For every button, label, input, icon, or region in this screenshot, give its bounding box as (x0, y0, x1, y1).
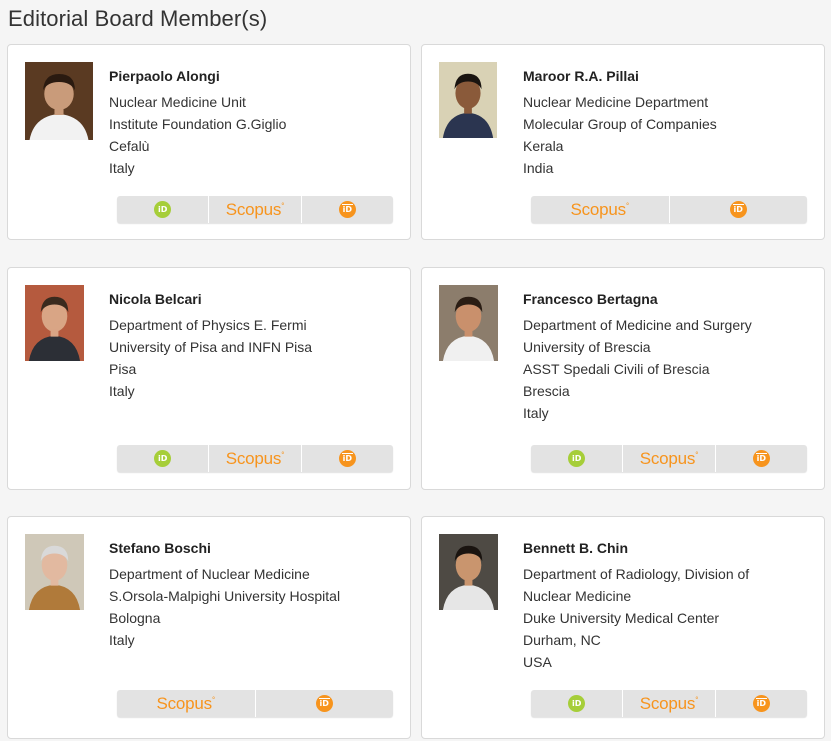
scopus-icon: Scopus° (570, 199, 629, 219)
affiliation-line: Duke University Medical Center (523, 610, 720, 626)
profile-links: iD Scopus° iD (117, 445, 393, 472)
affiliation-line: Italy (109, 632, 135, 648)
member-card: Stefano Boschi Department of Nuclear Medi… (7, 516, 411, 739)
member-card: Nicola Belcari Department of Physics E. F… (7, 267, 411, 490)
affiliation-line: Nuclear Medicine Unit (109, 94, 246, 110)
affiliation-line: Italy (523, 405, 549, 421)
affiliation-line: Nuclear Medicine (523, 588, 632, 604)
profile-links: iD Scopus° iD (531, 445, 807, 472)
affiliation-line: University of Pisa and INFN Pisa (109, 339, 313, 355)
scopus-link[interactable]: Scopus° (117, 690, 256, 717)
affiliation-line: Department of Medicine and Surgery (523, 317, 752, 333)
scopus-icon: Scopus° (639, 693, 699, 713)
member-info: Nicola Belcari Department of Physics E. F… (109, 289, 402, 402)
affiliation-line: Pisa (109, 361, 137, 377)
affiliation-line: Italy (109, 383, 135, 399)
orcid-icon: iD (568, 450, 586, 467)
scopus-link[interactable]: Scopus° (209, 196, 302, 223)
member-info: Francesco Bertagna Department of Medicine… (523, 289, 816, 424)
researcherid-icon: iD (315, 695, 333, 712)
orcid-link[interactable]: iD (117, 445, 210, 472)
orcid-link[interactable]: iD (117, 196, 210, 223)
member-name: Bennett B. Chin (523, 540, 628, 556)
orcid-link[interactable]: iD (531, 445, 624, 472)
researcherid-link[interactable]: iD (670, 196, 808, 223)
affiliation-line: USA (523, 654, 552, 670)
affiliation-line: Institute Foundation G.Giglio (109, 116, 287, 132)
member-name: Nicola Belcari (109, 291, 202, 307)
member-photo (439, 534, 498, 610)
member-photo (439, 62, 497, 138)
member-info: Maroor R.A. Pillai Nuclear Medicine Depar… (523, 66, 816, 179)
orcid-link[interactable]: iD (531, 690, 624, 717)
member-card: Bennett B. Chin Department of Radiology, … (421, 516, 825, 739)
scopus-link[interactable]: Scopus° (209, 445, 302, 472)
member-info: Stefano Boschi Department of Nuclear Medi… (109, 538, 402, 651)
profile-links: iD Scopus° iD (117, 196, 393, 223)
profile-links: iD Scopus° iD (531, 690, 807, 717)
member-photo (439, 285, 498, 361)
orcid-icon: iD (154, 201, 172, 218)
scopus-icon: Scopus° (225, 199, 285, 219)
researcherid-link[interactable]: iD (302, 445, 393, 472)
scopus-icon: Scopus° (639, 448, 699, 468)
affiliation-line: Kerala (523, 138, 564, 154)
affiliation-line: India (523, 160, 554, 176)
member-info: Pierpaolo Alongi Nuclear Medicine Unit Ins… (109, 66, 402, 179)
scopus-icon: Scopus° (156, 693, 215, 713)
affiliation-line: Italy (109, 160, 135, 176)
member-photo (25, 62, 93, 140)
member-name: Stefano Boschi (109, 540, 211, 556)
researcherid-icon: iD (752, 450, 770, 467)
affiliation-line: Molecular Group of Companies (523, 116, 717, 132)
member-card: Maroor R.A. Pillai Nuclear Medicine Depar… (421, 44, 825, 240)
member-photo (25, 534, 84, 610)
member-name: Francesco Bertagna (523, 291, 658, 307)
profile-links: Scopus° iD (117, 690, 393, 717)
researcherid-link[interactable]: iD (716, 445, 807, 472)
affiliation-line: Cefalù (109, 138, 150, 154)
scopus-link[interactable]: Scopus° (623, 445, 716, 472)
orcid-icon: iD (568, 695, 586, 712)
member-card: Pierpaolo Alongi Nuclear Medicine Unit Ins… (7, 44, 411, 240)
researcherid-link[interactable]: iD (256, 690, 394, 717)
scopus-icon: Scopus° (225, 448, 285, 468)
affiliation-line: Department of Physics E. Fermi (109, 317, 307, 333)
researcherid-icon: iD (338, 450, 356, 467)
researcherid-icon: iD (729, 201, 747, 218)
page-title: Editorial Board Member(s) (8, 6, 268, 31)
researcherid-link[interactable]: iD (302, 196, 393, 223)
affiliation-line: Durham, NC (523, 632, 601, 648)
profile-links: Scopus° iD (531, 196, 807, 223)
affiliation-line: S.Orsola-Malpighi University Hospital (109, 588, 341, 604)
affiliation-line: Department of Nuclear Medicine (109, 566, 310, 582)
member-photo (25, 285, 84, 361)
researcherid-icon: iD (752, 695, 770, 712)
affiliation-line: Bologna (109, 610, 161, 626)
scopus-link[interactable]: Scopus° (623, 690, 716, 717)
affiliation-line: Brescia (523, 383, 570, 399)
affiliation-line: University of Brescia (523, 339, 651, 355)
researcherid-link[interactable]: iD (716, 690, 807, 717)
member-card: Francesco Bertagna Department of Medicine… (421, 267, 825, 490)
member-name: Maroor R.A. Pillai (523, 68, 639, 84)
scopus-link[interactable]: Scopus° (531, 196, 670, 223)
member-info: Bennett B. Chin Department of Radiology, … (523, 538, 816, 673)
affiliation-line: ASST Spedali Civili of Brescia (523, 361, 710, 377)
affiliation-line: Department of Radiology, Division of (523, 566, 750, 582)
affiliation-line: Nuclear Medicine Department (523, 94, 709, 110)
researcherid-icon: iD (338, 201, 356, 218)
member-name: Pierpaolo Alongi (109, 68, 220, 84)
orcid-icon: iD (154, 450, 172, 467)
